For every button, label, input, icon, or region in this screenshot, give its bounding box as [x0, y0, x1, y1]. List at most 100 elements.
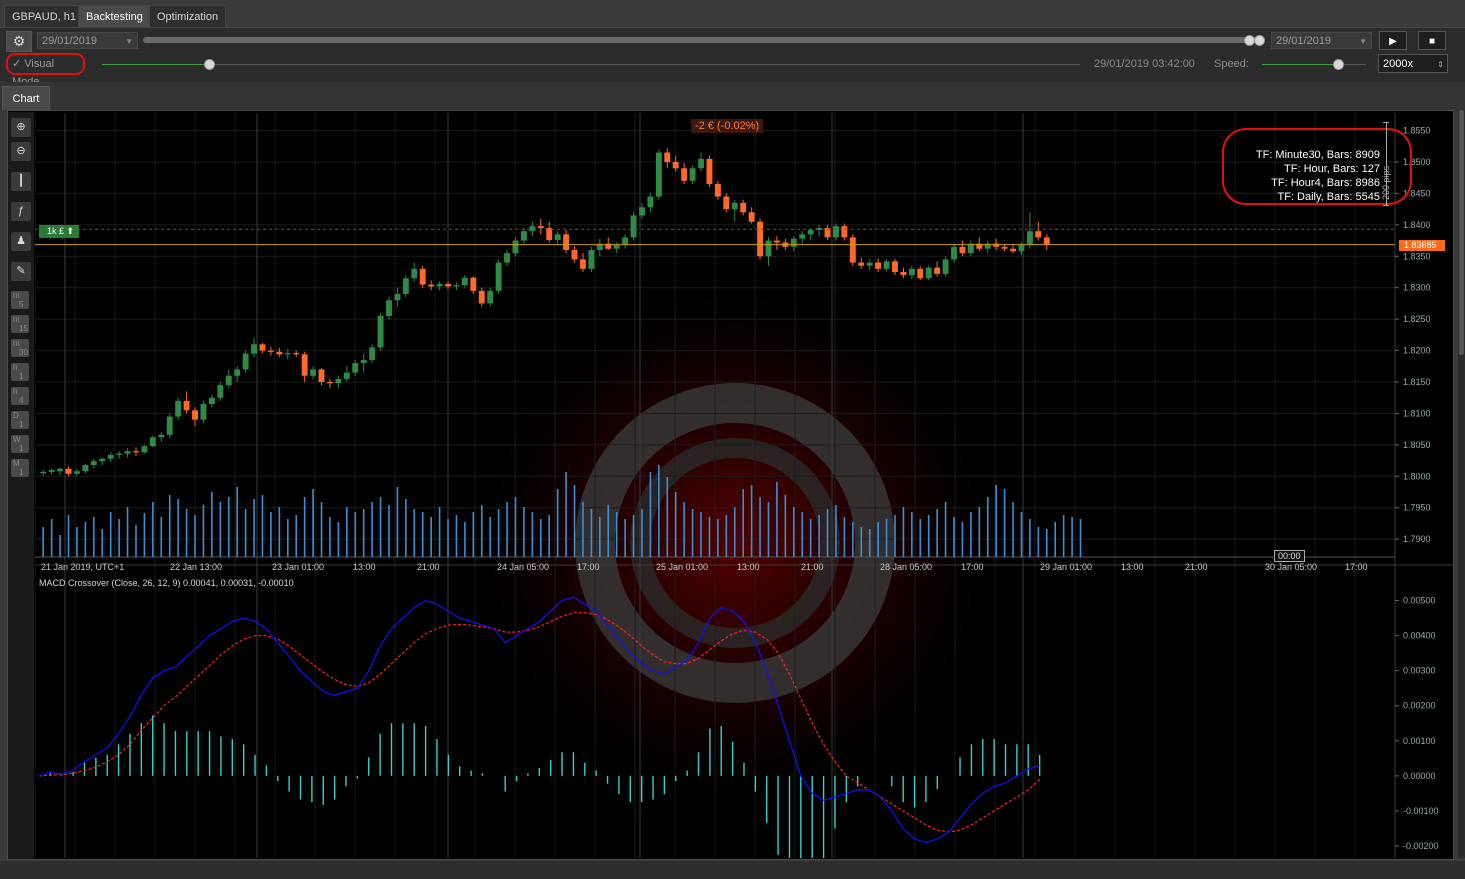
candle-body [293, 353, 300, 355]
indicators-button[interactable]: ƒ [11, 202, 31, 221]
time-tick-label: 17:00 [577, 562, 600, 572]
time-tick-label: 17:00 [1345, 562, 1368, 572]
timeframe-button[interactable]: m5 [11, 291, 29, 309]
candle-body [689, 168, 696, 181]
time-tick-label: 17:00 [961, 562, 984, 572]
settings-button[interactable]: ⚙ [6, 31, 32, 52]
templates-button[interactable]: ♟ [11, 232, 31, 251]
candle-body [377, 316, 384, 348]
timeframe-button[interactable]: m 15 [11, 315, 29, 333]
candle-body [183, 400, 190, 411]
macd-axis: 0.00500 0.00400 0.00300 0.00200 0.00100 0.000… [1395, 596, 1439, 851]
gear-icon: ⚙ [12, 33, 26, 49]
time-tick-label: 21:00 [801, 562, 824, 572]
speed-value: 2000x [1383, 58, 1413, 70]
candle-body [99, 458, 106, 462]
tab-chart[interactable]: Chart [2, 86, 50, 110]
start-date-select[interactable]: 29/01/2019 ▼ [37, 32, 138, 49]
drawing-button[interactable]: ✎ [11, 262, 31, 281]
candle-body [175, 400, 182, 417]
time-tick-label: 21:00 [417, 562, 440, 572]
candle-body [453, 285, 460, 287]
candle-body [343, 372, 350, 379]
candle-body [284, 353, 291, 355]
candle-body [883, 261, 890, 269]
macd-tick-label: 0.00100 [1403, 736, 1436, 746]
timeframe-number: 4 [19, 396, 24, 405]
candle-body [925, 267, 932, 279]
candle-body [141, 446, 148, 453]
candle-body [748, 212, 755, 222]
candle-body [731, 202, 738, 210]
timeframe-button[interactable]: W1 [11, 435, 29, 453]
horizontal-scrollbar[interactable] [0, 861, 1465, 879]
candle-body [841, 226, 848, 238]
candle-body [1018, 244, 1025, 252]
zoom-in-button[interactable]: ⊕ [11, 118, 31, 137]
tab-optimization[interactable]: Optimization [149, 5, 227, 27]
pips-label: 200 pips [1381, 165, 1391, 201]
timeframe-number: 1 [19, 468, 24, 477]
backtest-range-slider[interactable] [143, 37, 1263, 43]
candle-body [563, 234, 570, 250]
candle-body [664, 152, 671, 162]
candle-body [428, 284, 435, 287]
stop-icon: ■ [1428, 36, 1436, 47]
candle-body [588, 250, 595, 269]
indicator-label: MACD Crossover (Close, 26, 12, 9) 0.0004… [39, 578, 294, 588]
candle-body [470, 277, 477, 291]
zoom-out-button[interactable]: ⊖ [11, 142, 31, 161]
tab-symbol[interactable]: GBPAUD, h1 [4, 5, 84, 27]
timeframe-button[interactable]: M1 [11, 459, 29, 477]
range-end-handle[interactable] [1254, 35, 1265, 46]
macd-tick-label: 0.00300 [1403, 666, 1436, 676]
macd-tick-label: 0.00200 [1403, 701, 1436, 711]
progress-track [102, 64, 1080, 65]
candle-body [892, 261, 898, 272]
timeframe-number: 1 [19, 372, 24, 381]
chart-svg[interactable]: 1.85501.85001.84501.84001.83501.83001.82… [35, 113, 1453, 858]
tf-info-panel: TF: Minute30, Bars: 8909 TF: Hour, Bars:… [1232, 148, 1380, 204]
candle-body [959, 246, 966, 254]
scrollbar-thumb[interactable] [1459, 110, 1464, 355]
candle-body [242, 353, 249, 370]
candle-body [65, 468, 72, 474]
timeframe-button[interactable]: D1 [11, 411, 29, 429]
speed-slider[interactable] [1333, 59, 1344, 70]
vertical-scrollbar[interactable] [1458, 110, 1465, 858]
candle-body [579, 259, 586, 269]
stop-button[interactable]: ■ [1418, 31, 1446, 50]
candle-body [200, 404, 207, 420]
price-tick-label: 1.7900 [1403, 534, 1431, 544]
candle-body [107, 454, 114, 459]
price-tick-label: 1.8150 [1403, 377, 1431, 387]
position-size: 1k £ [47, 226, 65, 236]
speed-label: Speed: [1214, 58, 1249, 70]
start-date-value: 29/01/2019 [42, 35, 98, 47]
tab-backtesting[interactable]: Backtesting [78, 5, 151, 27]
candle-body [310, 369, 317, 376]
timeframe-button[interactable]: h4 [11, 387, 29, 405]
timeframe-button[interactable]: h1 [11, 363, 29, 381]
candle-body [512, 240, 519, 254]
visual-mode-checkbox[interactable]: ✓ Visual Mode [6, 53, 85, 88]
candle-body [917, 268, 924, 279]
price-tick-label: 1.7950 [1403, 503, 1431, 513]
timeframe-unit: m [13, 315, 20, 324]
macd-tick-label: 0.00500 [1403, 596, 1436, 606]
play-button[interactable]: ▶ [1379, 31, 1407, 50]
chart-type-button[interactable]: ┃ [11, 172, 31, 191]
timeframe-unit: h [13, 387, 18, 396]
timeframe-button[interactable]: m 30 [11, 339, 29, 357]
candle-body [672, 162, 679, 169]
candle-body [445, 283, 451, 287]
position-badge[interactable]: 1k £ ⬆ [39, 225, 79, 238]
price-tick-label: 1.8100 [1403, 408, 1431, 418]
progress-handle[interactable] [204, 59, 215, 70]
price-tick-label: 1.8200 [1403, 346, 1431, 356]
end-date-select[interactable]: 29/01/2019 ▼ [1271, 32, 1372, 49]
timeframe-number: 15 [19, 324, 28, 333]
speed-select[interactable]: 2000x ⇕ [1378, 54, 1448, 73]
candle-body [647, 196, 654, 208]
candle-body [276, 351, 283, 355]
